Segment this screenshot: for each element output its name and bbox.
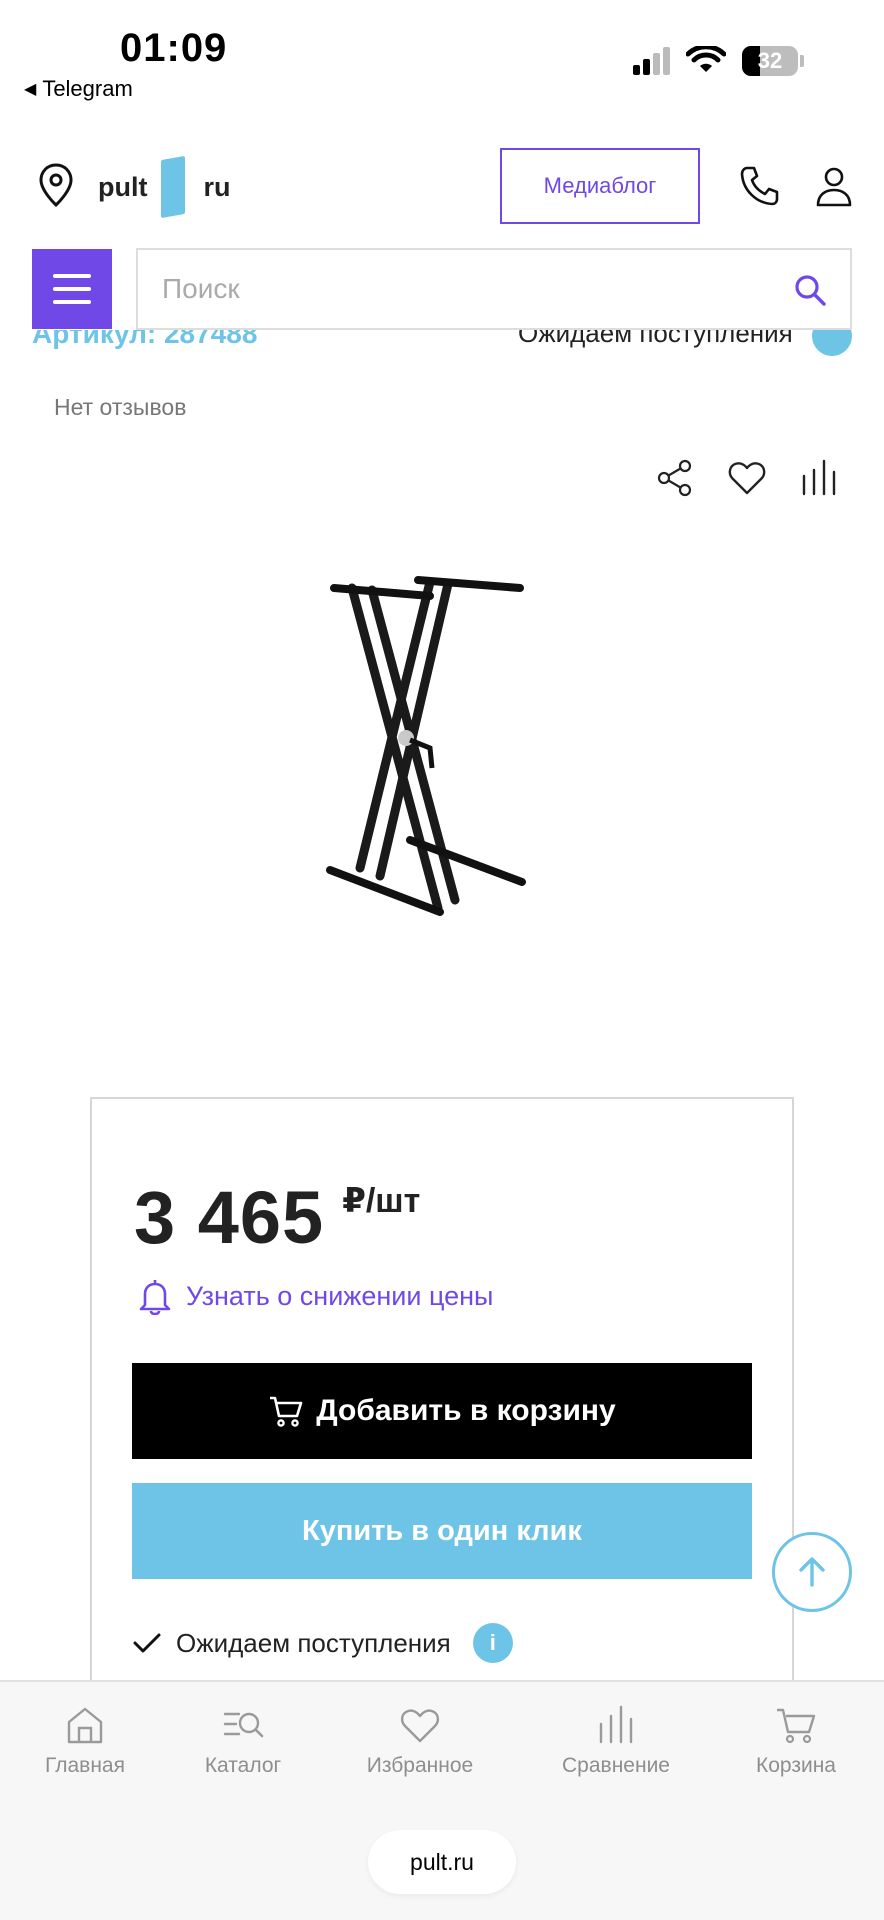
search-icon[interactable] bbox=[792, 272, 828, 308]
reviews-link[interactable]: Нет отзывов bbox=[54, 394, 186, 421]
battery-tip bbox=[800, 55, 804, 67]
nav-cart-label: Корзина bbox=[756, 1754, 836, 1777]
availability-status: Ожидаем поступления i bbox=[132, 1623, 513, 1663]
add-to-cart-button[interactable]: Добавить в корзину bbox=[132, 1363, 752, 1459]
price-value: 3 465 bbox=[134, 1176, 325, 1259]
menu-bar-icon bbox=[53, 274, 91, 278]
buy-one-click-button[interactable]: Купить в один клик bbox=[132, 1483, 752, 1579]
back-app-label: Telegram bbox=[42, 76, 133, 101]
compare-icon bbox=[599, 1705, 633, 1744]
info-icon[interactable]: i bbox=[472, 1623, 513, 1663]
arrow-up-icon bbox=[799, 1557, 825, 1587]
heart-icon bbox=[400, 1709, 440, 1743]
menu-bar-icon bbox=[53, 300, 91, 304]
menu-bar-icon bbox=[53, 287, 91, 291]
bottom-navigation: Главная Каталог Избранное Сравнение Корз… bbox=[0, 1680, 884, 1920]
price-card: 3 465 ₽/шт Узнать о снижении цены Добави… bbox=[90, 1097, 794, 1697]
search-input[interactable] bbox=[138, 250, 778, 328]
status-bar: 01:09 ◀ Telegram 32 bbox=[0, 0, 884, 120]
article-row-clipped: Артикул: 287488 Ожидаем поступления bbox=[0, 330, 884, 360]
nav-compare-label: Сравнение bbox=[562, 1754, 670, 1777]
battery-percent: 32 bbox=[757, 48, 783, 73]
logo-text-left: pult bbox=[98, 171, 148, 202]
nav-favorites-label: Избранное bbox=[366, 1754, 474, 1777]
site-logo[interactable]: pult ru bbox=[98, 155, 231, 219]
status-icons: 32 bbox=[633, 46, 804, 76]
compare-icon[interactable] bbox=[799, 458, 839, 498]
favorite-heart-icon[interactable] bbox=[727, 458, 767, 498]
product-actions bbox=[655, 458, 839, 498]
add-to-cart-label: Добавить в корзину bbox=[316, 1394, 616, 1427]
mediablog-button[interactable]: Медиаблог bbox=[500, 148, 700, 224]
cart-icon bbox=[777, 1708, 816, 1744]
search-box bbox=[136, 248, 852, 330]
nav-catalog-label: Каталог bbox=[204, 1754, 282, 1777]
status-time: 01:09 bbox=[120, 26, 228, 70]
scroll-to-top-button[interactable] bbox=[772, 1532, 852, 1612]
availability-label: Ожидаем поступления bbox=[176, 1627, 451, 1658]
share-icon[interactable] bbox=[655, 458, 695, 498]
back-to-telegram[interactable]: ◀ Telegram bbox=[24, 76, 133, 102]
site-header: pult ru Медиаблог bbox=[0, 140, 884, 230]
phone-icon[interactable] bbox=[738, 164, 782, 208]
nav-home-label: Главная bbox=[45, 1754, 125, 1777]
price-unit: ₽/шт bbox=[342, 1182, 421, 1220]
price-drop-notify-link[interactable]: Узнать о снижении цены bbox=[138, 1277, 493, 1315]
logo-mark bbox=[161, 155, 186, 219]
price-block: 3 465 ₽/шт bbox=[134, 1175, 420, 1260]
browser-url-pill[interactable]: pult.ru bbox=[368, 1830, 516, 1894]
cellular-signal-icon bbox=[633, 47, 670, 75]
info-icon[interactable] bbox=[812, 330, 852, 356]
checkmark-icon bbox=[133, 1633, 161, 1653]
cart-icon bbox=[270, 1396, 303, 1427]
wifi-icon bbox=[686, 46, 726, 72]
battery-icon: 32 bbox=[742, 46, 798, 76]
nav-favorites[interactable]: Избранное bbox=[358, 1704, 482, 1778]
nav-home[interactable]: Главная bbox=[40, 1704, 130, 1778]
catalog-icon bbox=[223, 1712, 264, 1738]
product-image[interactable] bbox=[320, 568, 540, 928]
nav-catalog[interactable]: Каталог bbox=[198, 1704, 288, 1778]
logo-text-right: ru bbox=[203, 171, 231, 202]
home-icon bbox=[67, 1707, 103, 1744]
user-profile-icon[interactable] bbox=[812, 164, 856, 208]
location-pin-icon[interactable] bbox=[36, 162, 76, 208]
article-number: Артикул: 287488 bbox=[32, 330, 258, 349]
menu-button[interactable] bbox=[32, 249, 112, 329]
availability-top: Ожидаем поступления bbox=[518, 330, 793, 348]
nav-compare[interactable]: Сравнение bbox=[552, 1704, 680, 1778]
back-arrow-icon: ◀ bbox=[24, 81, 37, 98]
price-drop-notify-label: Узнать о снижении цены bbox=[186, 1280, 494, 1311]
bell-icon bbox=[139, 1280, 171, 1315]
nav-cart[interactable]: Корзина bbox=[748, 1704, 844, 1778]
